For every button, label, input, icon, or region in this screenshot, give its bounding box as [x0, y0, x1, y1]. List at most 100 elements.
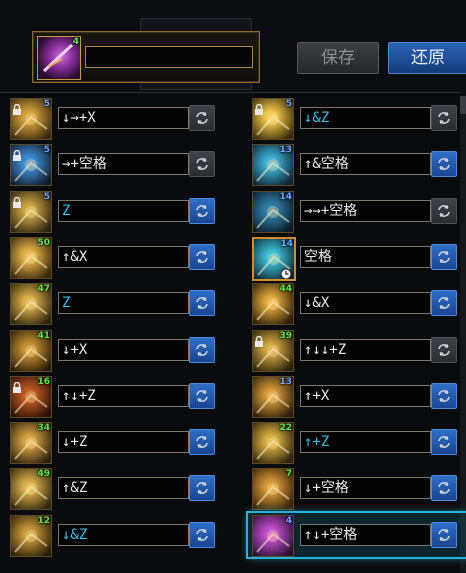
skill-row[interactable]: 5 ↓&Z: [248, 96, 466, 140]
skill-command-field[interactable]: ↓→+X: [58, 107, 189, 129]
skill-command-field[interactable]: ↓&Z: [300, 107, 431, 129]
swap-icon[interactable]: [189, 521, 215, 548]
skill-command-field[interactable]: ↑&X: [58, 245, 189, 268]
skill-row[interactable]: 41 ↓+X: [6, 328, 226, 372]
ground-spike-skill-icon[interactable]: 22: [252, 422, 294, 465]
skill-command-field[interactable]: ↑↓+Z: [58, 384, 189, 407]
swap-icon[interactable]: [189, 151, 215, 178]
skill-row[interactable]: 22 ↑+Z: [248, 420, 466, 465]
lock-icon: [12, 193, 22, 208]
skill-row[interactable]: 47 Z: [6, 281, 226, 326]
red-mine-skill-icon[interactable]: 16: [10, 375, 52, 418]
skill-level-badge: 44: [279, 284, 292, 295]
skill-row[interactable]: 39 ↑↓↓+Z: [248, 328, 466, 372]
selected-skill-slot: 4: [32, 31, 260, 83]
skill-row[interactable]: 13 ↑+X: [248, 374, 466, 418]
skill-row[interactable]: 7 ↓+空格: [248, 466, 466, 511]
laser-sword-skill-icon[interactable]: 4: [37, 36, 81, 80]
gold-grenade-skill-icon[interactable]: 47: [10, 283, 52, 326]
skill-command-field[interactable]: ↑+Z: [300, 431, 431, 454]
skill-command-field[interactable]: ↑↓↓+Z: [300, 338, 431, 361]
vortex-skill-icon[interactable]: 34: [10, 422, 52, 465]
gatling-skill-icon[interactable]: 13: [252, 375, 294, 418]
skill-level-badge: 7: [285, 469, 292, 480]
skill-level-badge: 5: [285, 99, 292, 109]
skill-command-field[interactable]: →+空格: [58, 153, 189, 176]
swap-icon[interactable]: [189, 197, 215, 224]
skill-command-field[interactable]: ↓&X: [300, 292, 431, 315]
skill-row[interactable]: 14 空格: [248, 235, 466, 281]
skill-command-field[interactable]: ↓+X: [58, 338, 189, 361]
wing-turret-skill-icon[interactable]: 13: [252, 144, 294, 187]
swap-icon[interactable]: [431, 243, 457, 270]
skill-row[interactable]: 5Z: [6, 189, 226, 233]
lock-icon: [254, 332, 264, 347]
skill-row[interactable]: 16 ↑↓+Z: [6, 374, 226, 418]
swap-icon[interactable]: [189, 475, 215, 502]
skill-level-badge: 14: [280, 238, 293, 249]
skill-row[interactable]: 4 ↑↓+空格: [248, 512, 466, 557]
selected-skill-command-field[interactable]: [85, 46, 253, 68]
swap-icon[interactable]: [431, 151, 457, 178]
save-button[interactable]: 保存: [297, 42, 379, 74]
explosion-skill-icon[interactable]: 12: [10, 514, 52, 557]
skill-command-field[interactable]: →→+空格: [300, 199, 431, 222]
skill-command-field[interactable]: ↑↓+空格: [300, 523, 431, 546]
skill-command-field[interactable]: ↑+X: [300, 384, 431, 407]
lock-icon: [12, 378, 22, 393]
flash-bomb-skill-icon[interactable]: 5: [252, 98, 294, 140]
skill-level-badge: 22: [279, 423, 292, 434]
bright-slash-skill-icon[interactable]: 5: [10, 98, 52, 140]
skill-command-field[interactable]: ↑&Z: [58, 477, 189, 500]
skill-row[interactable]: 49 ↑&Z: [6, 466, 226, 511]
skill-level-badge: 39: [279, 330, 292, 341]
cyan-robot-skill-icon[interactable]: 14: [252, 236, 296, 281]
skill-row[interactable]: 44 ↓&X: [248, 281, 466, 326]
swap-icon[interactable]: [431, 290, 457, 317]
swap-icon[interactable]: [431, 197, 457, 224]
skill-command-field[interactable]: Z: [58, 199, 189, 222]
swap-icon[interactable]: [431, 382, 457, 409]
skill-command-field[interactable]: ↑&空格: [300, 153, 431, 176]
skill-row[interactable]: 34 ↓+Z: [6, 420, 226, 465]
swap-icon[interactable]: [431, 105, 457, 131]
skill-command-field[interactable]: ↓&Z: [58, 523, 189, 546]
burst-shot-skill-icon[interactable]: 50: [10, 236, 52, 279]
skill-row[interactable]: 5 ↓→+X: [6, 96, 226, 140]
air-strike-skill-icon[interactable]: 7: [252, 468, 294, 511]
swap-icon[interactable]: [189, 243, 215, 270]
gold-bomb-skill-icon[interactable]: 49: [10, 468, 52, 511]
mech-drone-skill-icon[interactable]: 14: [252, 190, 294, 233]
lock-icon: [254, 100, 264, 115]
skill-level-badge: 4: [285, 515, 292, 526]
blue-device-skill-icon[interactable]: 5: [10, 144, 52, 187]
skill-row[interactable]: 14 →→+空格: [248, 189, 466, 233]
skill-row[interactable]: 5 →+空格: [6, 142, 226, 187]
swap-icon[interactable]: [431, 429, 457, 456]
gold-mine-skill-icon[interactable]: 39: [252, 329, 294, 372]
laser-sword-skill-icon[interactable]: 4: [252, 514, 294, 557]
cannon-blast-skill-icon[interactable]: 44: [252, 283, 294, 326]
swap-icon[interactable]: [189, 105, 215, 131]
restore-button[interactable]: 还原: [388, 42, 466, 74]
swap-icon[interactable]: [431, 475, 457, 502]
swap-icon[interactable]: [189, 336, 215, 363]
swap-icon[interactable]: [189, 429, 215, 456]
skill-command-field[interactable]: ↓+Z: [58, 431, 189, 454]
swap-icon[interactable]: [189, 382, 215, 409]
spin-blade-skill-icon[interactable]: 41: [10, 329, 52, 372]
swap-icon[interactable]: [431, 521, 457, 548]
lock-icon: [12, 146, 22, 162]
skill-row[interactable]: 13 ↑&空格: [248, 142, 466, 187]
skill-level-badge: 13: [279, 376, 292, 387]
skill-command-field[interactable]: ↓+空格: [300, 477, 431, 500]
skill-row[interactable]: 50 ↑&X: [6, 235, 226, 279]
skill-command-field[interactable]: 空格: [300, 245, 431, 268]
grenade-skill-icon[interactable]: 5: [10, 190, 52, 233]
skill-row[interactable]: 12 ↓&Z: [6, 513, 226, 557]
skill-command-field[interactable]: Z: [58, 292, 189, 315]
swap-icon[interactable]: [189, 290, 215, 317]
swap-icon[interactable]: [431, 336, 457, 363]
skill-level-badge: 47: [37, 284, 50, 295]
skill-level-badge: 50: [37, 237, 50, 248]
